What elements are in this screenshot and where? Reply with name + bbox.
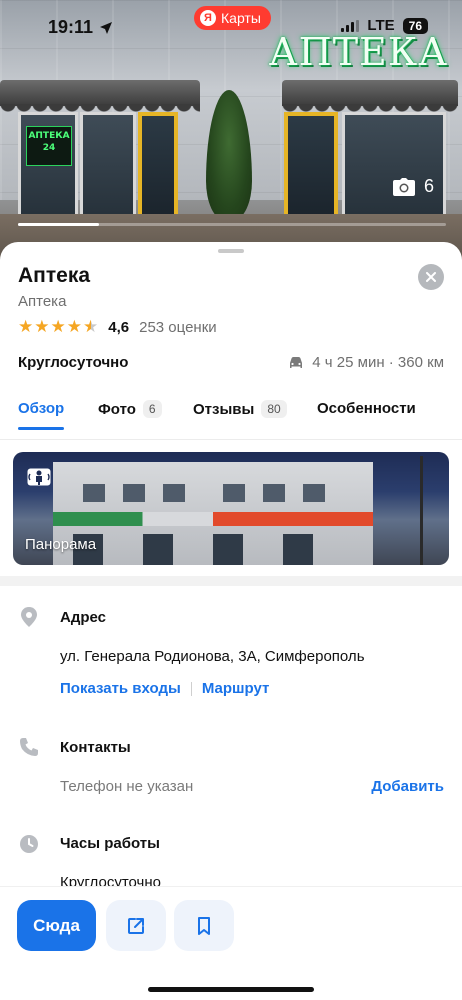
- tab-label: Фото: [98, 400, 136, 418]
- bookmark-icon: [198, 916, 210, 935]
- star-icon: ★: [18, 317, 34, 336]
- shop-door: [284, 112, 338, 220]
- add-phone-button[interactable]: Добавить: [371, 778, 444, 795]
- close-button[interactable]: [418, 264, 444, 290]
- car-icon: [290, 356, 303, 368]
- photo-count-value: 6: [423, 176, 434, 196]
- rating-score: 4,6: [108, 318, 130, 336]
- status-right: LTE 76: [341, 17, 428, 34]
- link-separator: [190, 681, 192, 696]
- tab-label: Обзор: [18, 400, 65, 417]
- tab-photos[interactable]: Фото 6: [98, 400, 162, 418]
- home-indicator: [148, 987, 314, 992]
- camera-icon: [392, 177, 415, 196]
- route-here-button[interactable]: Сюда: [17, 900, 96, 951]
- network-type: LTE: [367, 17, 395, 34]
- rating-row[interactable]: ★ ★ ★ ★ ★ 4,6 253 оценки: [18, 318, 217, 336]
- status-time-text: 19:11: [48, 17, 94, 37]
- signal-icon: [341, 19, 360, 32]
- share-icon: [128, 917, 144, 934]
- address-title: Адрес: [60, 609, 107, 626]
- show-entrances-link[interactable]: Показать входы: [60, 680, 181, 697]
- utility-pole: [420, 456, 423, 565]
- address-actions: Показать входы Маршрут: [60, 680, 269, 697]
- phone-not-specified: Телефон не указан: [60, 778, 194, 795]
- gallery-progress-fill: [18, 223, 100, 226]
- panorama-icon: [27, 468, 51, 486]
- star-icon: ★: [50, 317, 66, 336]
- star-icon: ★: [34, 317, 50, 336]
- route-estimate[interactable]: 4 ч 25 мин · 360 км: [288, 354, 444, 371]
- location-pin-icon: [21, 607, 37, 627]
- awning-right: [282, 80, 458, 112]
- contacts-title: Контакты: [60, 739, 131, 756]
- tab-reviews[interactable]: Отзывы 80: [193, 400, 287, 418]
- yandex-logo: Я: [200, 10, 216, 26]
- route-link[interactable]: Маршрут: [202, 680, 270, 697]
- place-category: Аптека: [18, 293, 67, 310]
- shop-window: [342, 112, 446, 220]
- phone-icon: [20, 738, 38, 756]
- share-button[interactable]: [106, 900, 166, 951]
- panorama-building: [53, 462, 373, 565]
- clock-icon: [20, 835, 38, 853]
- panorama-preview[interactable]: Панорама: [13, 452, 449, 565]
- tab-label: Особенности: [317, 400, 416, 417]
- bookmark-button[interactable]: [174, 900, 234, 951]
- back-to-app-pill[interactable]: Я Карты: [194, 6, 271, 30]
- awning-left: [0, 80, 200, 112]
- tab-overview[interactable]: Обзор: [18, 400, 64, 417]
- star-icon: ★: [66, 317, 82, 336]
- place-title: Аптека: [18, 264, 91, 287]
- location-arrow-icon: [100, 21, 113, 34]
- back-to-app-label: Карты: [221, 10, 261, 26]
- tab-label: Отзывы: [193, 400, 255, 418]
- tab-features[interactable]: Особенности: [317, 400, 416, 417]
- section-divider: [0, 576, 462, 586]
- status-bar: 19:11 Я Карты LTE 76: [0, 0, 462, 54]
- panorama-label: Панорама: [25, 536, 97, 553]
- shop-window: [80, 112, 136, 220]
- neon-sign-24: АПТЕКА 24: [26, 126, 72, 166]
- star-half-icon: ★: [83, 317, 99, 336]
- tab-count-badge: 6: [142, 400, 162, 418]
- close-icon: [426, 272, 436, 282]
- rating-count: 253 оценки: [139, 318, 217, 336]
- tab-bar: Обзор Фото 6 Отзывы 80 Особенности: [0, 392, 462, 440]
- hours-title: Часы работы: [60, 835, 160, 852]
- active-tab-indicator: [18, 427, 64, 430]
- photo-count[interactable]: 6: [392, 176, 434, 197]
- gallery-progress: [18, 223, 446, 226]
- battery-icon: 76: [402, 17, 428, 34]
- sheet-grabber[interactable]: [218, 249, 244, 253]
- action-bar: Сюда: [0, 886, 462, 1000]
- status-time: 19:11: [48, 17, 113, 38]
- tab-count-badge: 80: [261, 400, 287, 418]
- rating-stars: ★ ★ ★ ★ ★: [18, 318, 98, 336]
- hours-summary: Круглосуточно: [18, 354, 129, 371]
- route-estimate-text: 4 ч 25 мин · 360 км: [312, 354, 444, 371]
- shop-door: [138, 112, 178, 220]
- address-value[interactable]: ул. Генерала Родионова, 3А, Симферополь: [60, 648, 365, 665]
